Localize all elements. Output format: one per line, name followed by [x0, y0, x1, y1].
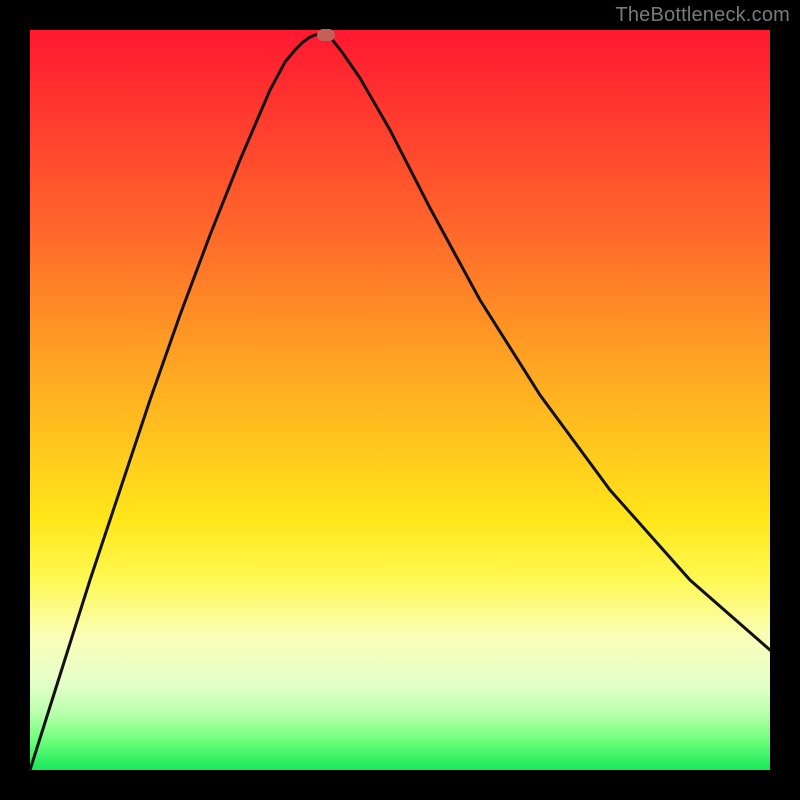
chart-frame: TheBottleneck.com [0, 0, 800, 800]
optimal-point-marker [317, 29, 335, 41]
curve-path [30, 34, 770, 770]
watermark-text: TheBottleneck.com [615, 4, 790, 27]
plot-area [30, 30, 770, 770]
bottleneck-curve [30, 30, 770, 770]
